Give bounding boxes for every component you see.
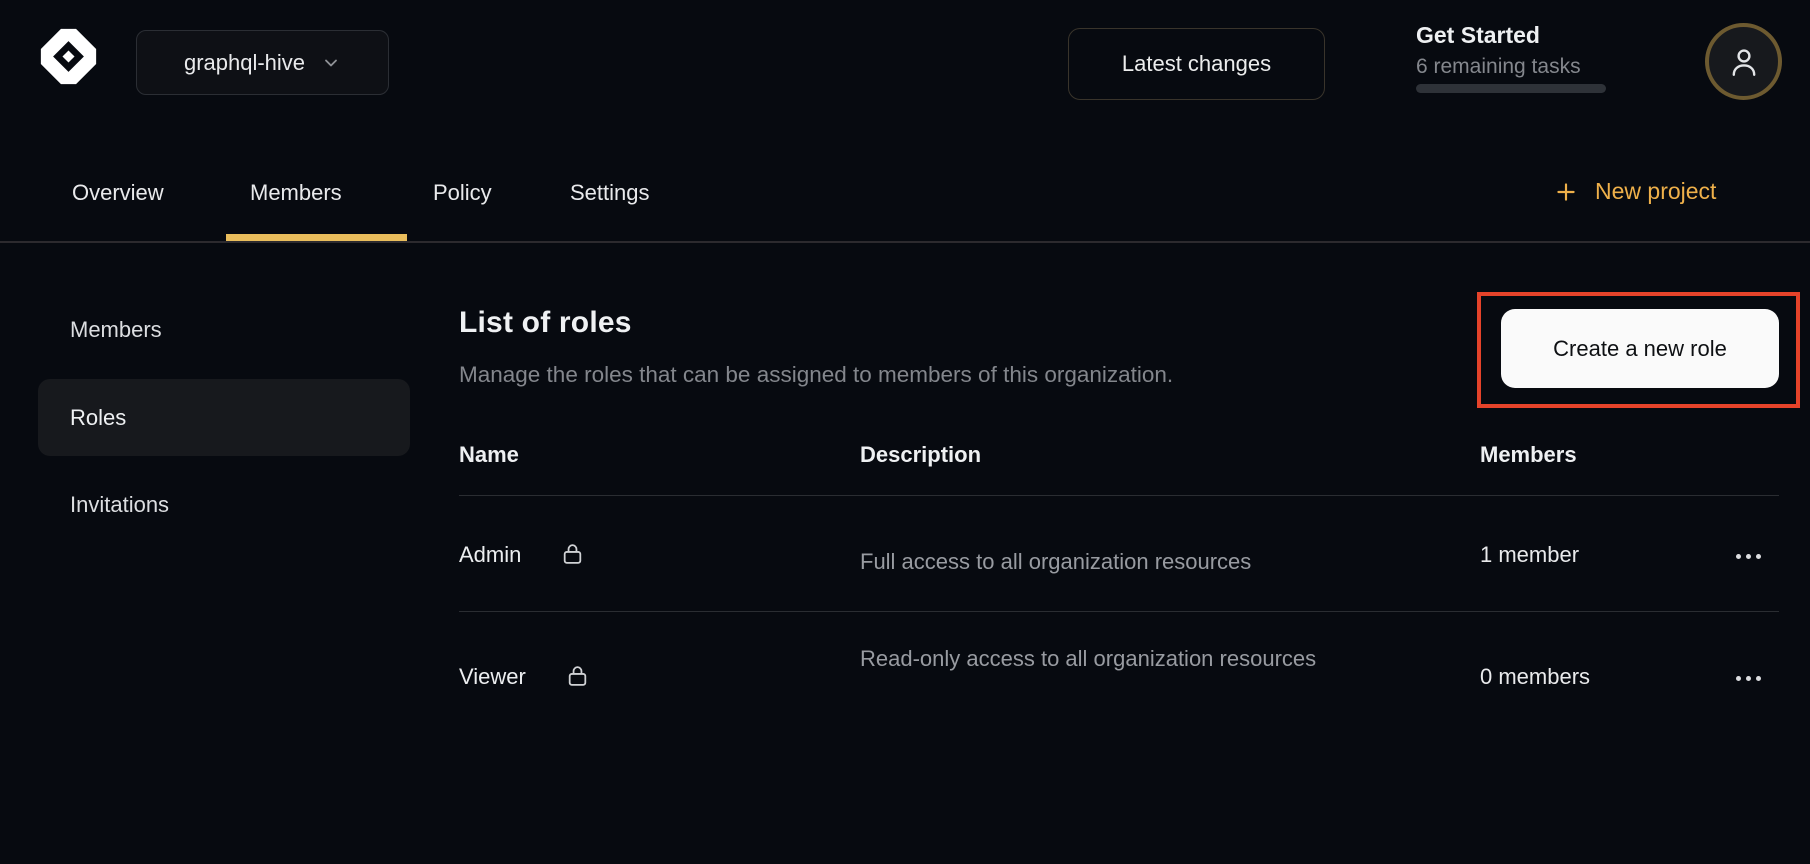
row-actions-button[interactable] xyxy=(1732,550,1765,563)
role-description: Full access to all organization resource… xyxy=(860,542,1251,581)
get-started-progress-bar xyxy=(1416,84,1606,93)
tab-settings[interactable]: Settings xyxy=(570,180,650,206)
tab-overview[interactable]: Overview xyxy=(72,180,164,206)
create-new-role-label: Create a new role xyxy=(1553,336,1727,362)
chevron-down-icon xyxy=(321,53,341,73)
lock-icon xyxy=(560,540,585,567)
get-started-title[interactable]: Get Started xyxy=(1416,22,1540,49)
hive-logo-icon[interactable] xyxy=(35,23,102,90)
get-started-remaining-tasks: 6 remaining tasks xyxy=(1416,55,1581,79)
organization-name: graphql-hive xyxy=(184,50,305,76)
create-new-role-button[interactable]: Create a new role xyxy=(1501,309,1779,388)
role-member-count: 0 members xyxy=(1480,664,1590,690)
latest-changes-button[interactable]: Latest changes xyxy=(1068,28,1325,100)
lock-icon xyxy=(565,662,590,689)
row-actions-button[interactable] xyxy=(1732,672,1765,685)
sidebar-roles-label: Roles xyxy=(70,405,126,431)
new-project-label: New project xyxy=(1595,178,1716,205)
column-header-name: Name xyxy=(459,442,519,468)
role-description: Read-only access to all organization res… xyxy=(860,639,1330,678)
more-horizontal-icon xyxy=(1736,676,1741,681)
role-name: Admin xyxy=(459,542,521,568)
latest-changes-label: Latest changes xyxy=(1122,51,1271,77)
plus-icon xyxy=(1553,179,1579,205)
active-tab-indicator xyxy=(226,234,407,241)
tab-members[interactable]: Members xyxy=(250,180,342,206)
table-divider xyxy=(459,495,1779,496)
organization-selector[interactable]: graphql-hive xyxy=(136,30,389,95)
user-avatar-button[interactable] xyxy=(1705,23,1782,100)
organization-members-page: graphql-hive Latest changes Get Started … xyxy=(0,0,1810,864)
page-subtitle: Manage the roles that can be assigned to… xyxy=(459,362,1173,388)
tab-policy[interactable]: Policy xyxy=(433,180,492,206)
sidebar-item-roles[interactable]: Roles xyxy=(38,379,410,456)
role-member-count: 1 member xyxy=(1480,542,1579,568)
tabbar-divider xyxy=(0,241,1810,243)
new-project-button[interactable]: New project xyxy=(1553,178,1716,205)
sidebar-item-invitations[interactable]: Invitations xyxy=(70,492,169,518)
page-title: List of roles xyxy=(459,306,632,340)
column-header-description: Description xyxy=(860,442,981,468)
table-divider xyxy=(459,611,1779,612)
user-icon xyxy=(1726,44,1762,80)
sidebar-item-members[interactable]: Members xyxy=(70,317,162,343)
role-name: Viewer xyxy=(459,664,526,690)
column-header-members: Members xyxy=(1480,442,1577,468)
more-horizontal-icon xyxy=(1736,554,1741,559)
